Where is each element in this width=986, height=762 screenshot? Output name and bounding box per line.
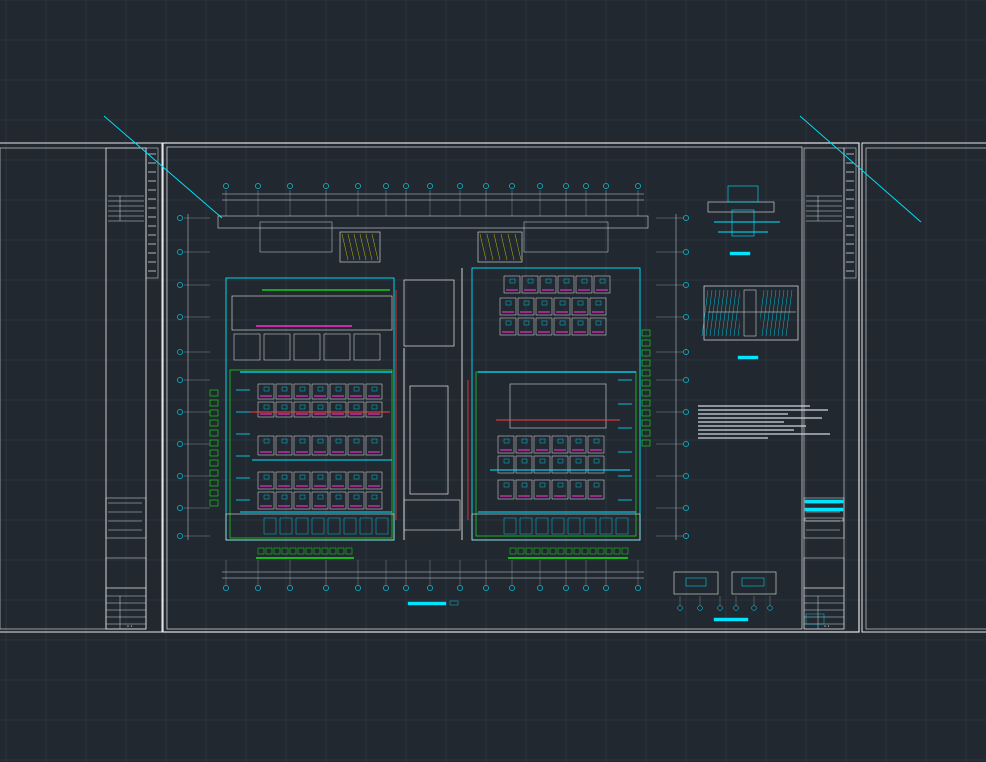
plan-rect [739, 287, 761, 339]
plan-rect [804, 507, 844, 512]
plan-rect [737, 355, 759, 360]
cad-drawing-canvas[interactable]: A-1 A-1 [0, 0, 986, 762]
sheet-number-right: A-1 [824, 624, 830, 628]
canvas-background [0, 0, 986, 762]
plan-rect [407, 601, 447, 606]
sheet-number-left: A-1 [127, 624, 133, 628]
plan-rect [729, 251, 751, 256]
plan-rect [804, 499, 844, 504]
plan-rect [713, 617, 749, 622]
